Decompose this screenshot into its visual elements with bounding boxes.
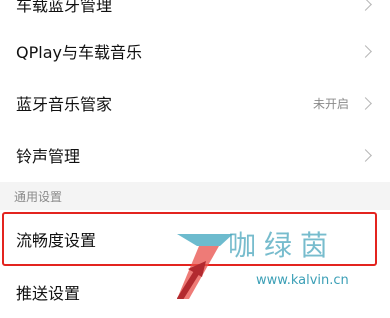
- list-item-label: 蓝牙音乐管家: [16, 95, 113, 114]
- list-item-car-bluetooth[interactable]: 车载蓝牙管理: [0, 0, 390, 24]
- list-item-ringtone-manager[interactable]: 铃声管理: [0, 130, 390, 180]
- status-text: 未开启: [312, 96, 349, 111]
- chevron-right-icon: [359, 96, 372, 110]
- section-header-general: 通用设置: [0, 182, 390, 210]
- watermark-url: www.kalvin.cn: [256, 273, 349, 288]
- list-item-bluetooth-music-manager[interactable]: 蓝牙音乐管家 未开启: [0, 78, 390, 128]
- chevron-right-icon: [359, 0, 372, 11]
- section-header-label: 通用设置: [14, 189, 63, 204]
- list-item-label: QPlay与车载音乐: [16, 43, 142, 62]
- list-item-label: 车载蓝牙管理: [16, 0, 113, 15]
- list-item-qplay-car-music[interactable]: QPlay与车载音乐: [0, 26, 390, 76]
- watermark-text: 咖绿茵: [228, 229, 337, 262]
- chevron-right-icon: [359, 44, 372, 58]
- chevron-right-icon: [359, 148, 372, 162]
- arrow-pointer-icon: [177, 261, 206, 299]
- list-item-label: 铃声管理: [16, 147, 81, 166]
